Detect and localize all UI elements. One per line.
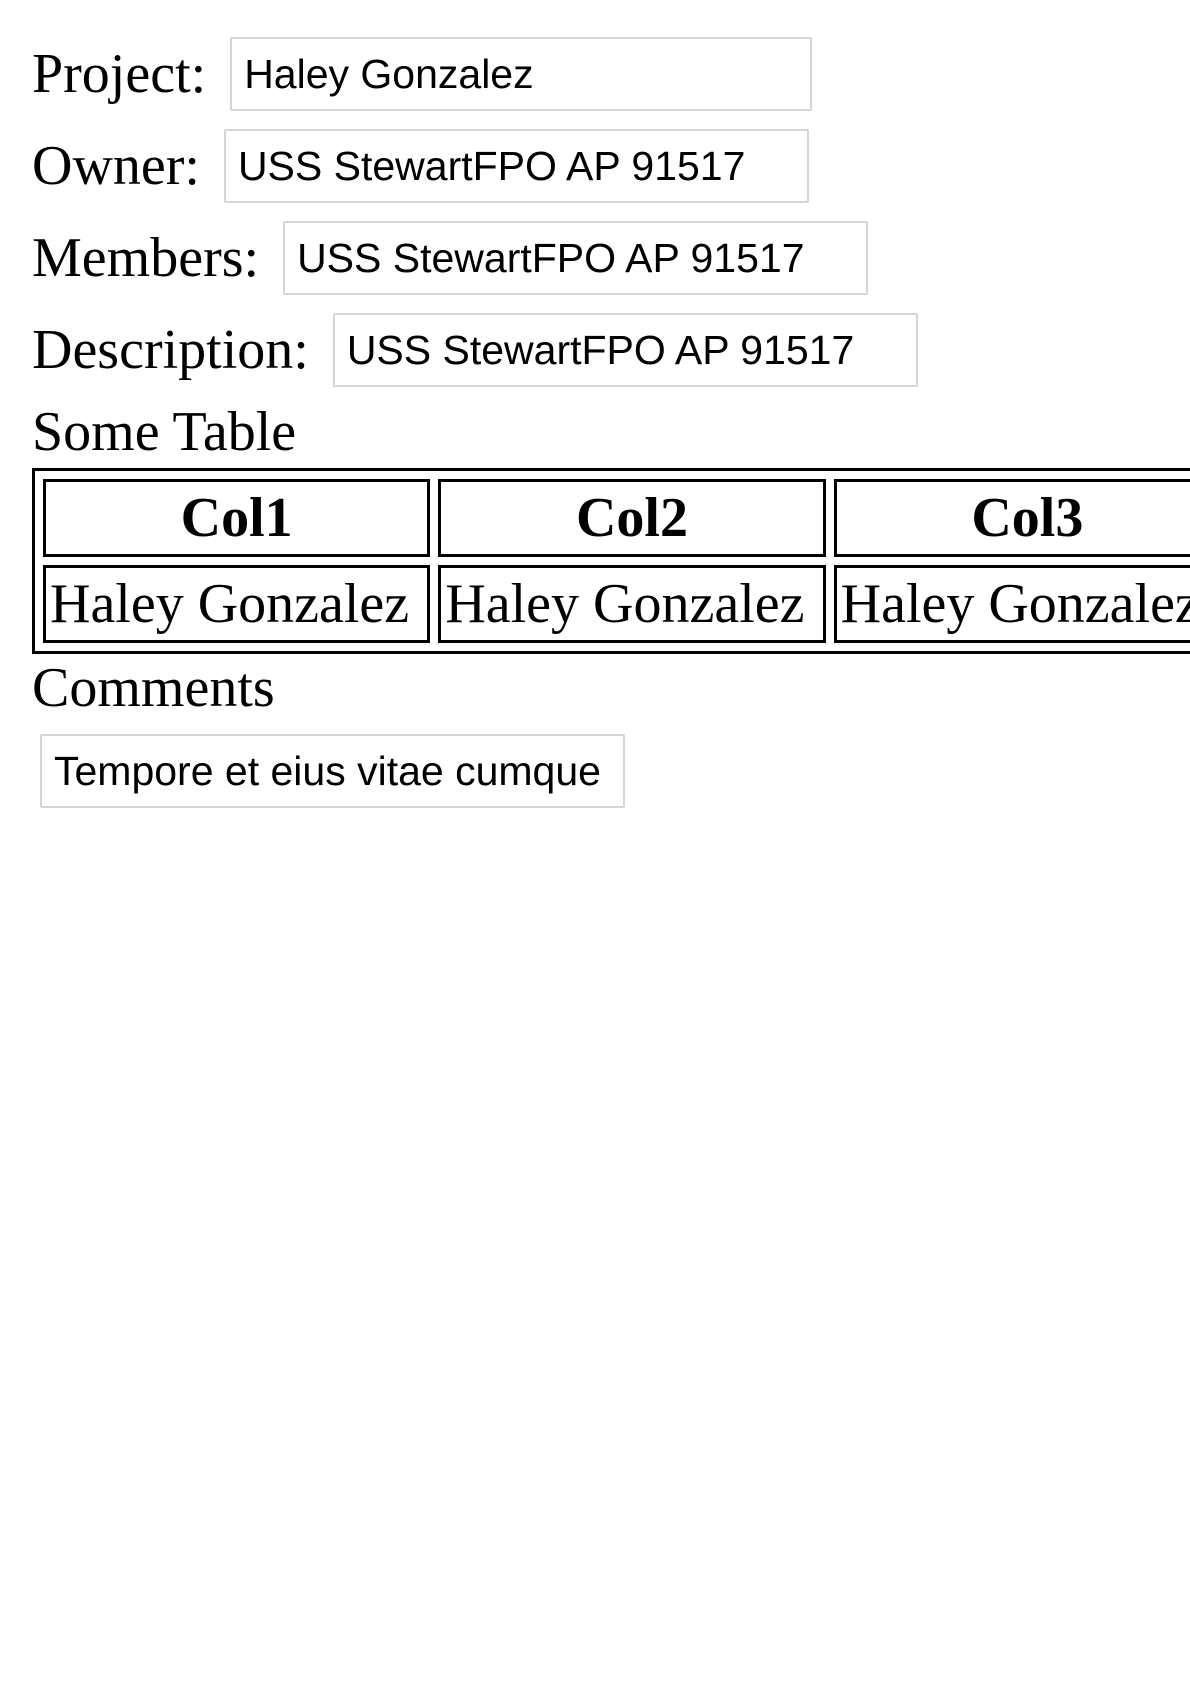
members-input[interactable] (283, 221, 869, 295)
owner-input[interactable] (223, 129, 809, 203)
table-container: Col1 Col2 Col3 Haley Gonzalez Haley Gonz… (32, 468, 1190, 654)
column-header-col2: Col2 (438, 479, 826, 557)
table-heading: Some Table (32, 401, 297, 463)
project-label: Project: (32, 43, 207, 105)
members-row: Members: (32, 220, 1190, 296)
owner-label: Owner: (32, 135, 200, 197)
table-header-row: Col1 Col2 Col3 (43, 479, 1190, 557)
comments-heading: Comments (32, 657, 275, 719)
project-input[interactable] (230, 37, 813, 111)
table-cell: Haley Gonzalez (833, 565, 1190, 643)
comments-input[interactable] (40, 734, 625, 808)
description-label: Description: (32, 319, 309, 381)
form-page: Project: Owner: Members: Description: So… (32, 36, 1190, 808)
table-cell: Haley Gonzalez (43, 565, 431, 643)
members-label: Members: (32, 227, 260, 289)
owner-row: Owner: (32, 128, 1190, 204)
description-input[interactable] (332, 313, 918, 387)
column-header-col1: Col1 (43, 479, 431, 557)
table-row: Haley Gonzalez Haley Gonzalez Haley Gonz… (43, 565, 1190, 643)
project-row: Project: (32, 36, 1190, 112)
description-row: Description: (32, 312, 1190, 388)
column-header-col3: Col3 (833, 479, 1190, 557)
table-cell: Haley Gonzalez (438, 565, 826, 643)
some-table: Col1 Col2 Col3 Haley Gonzalez Haley Gonz… (32, 468, 1190, 654)
